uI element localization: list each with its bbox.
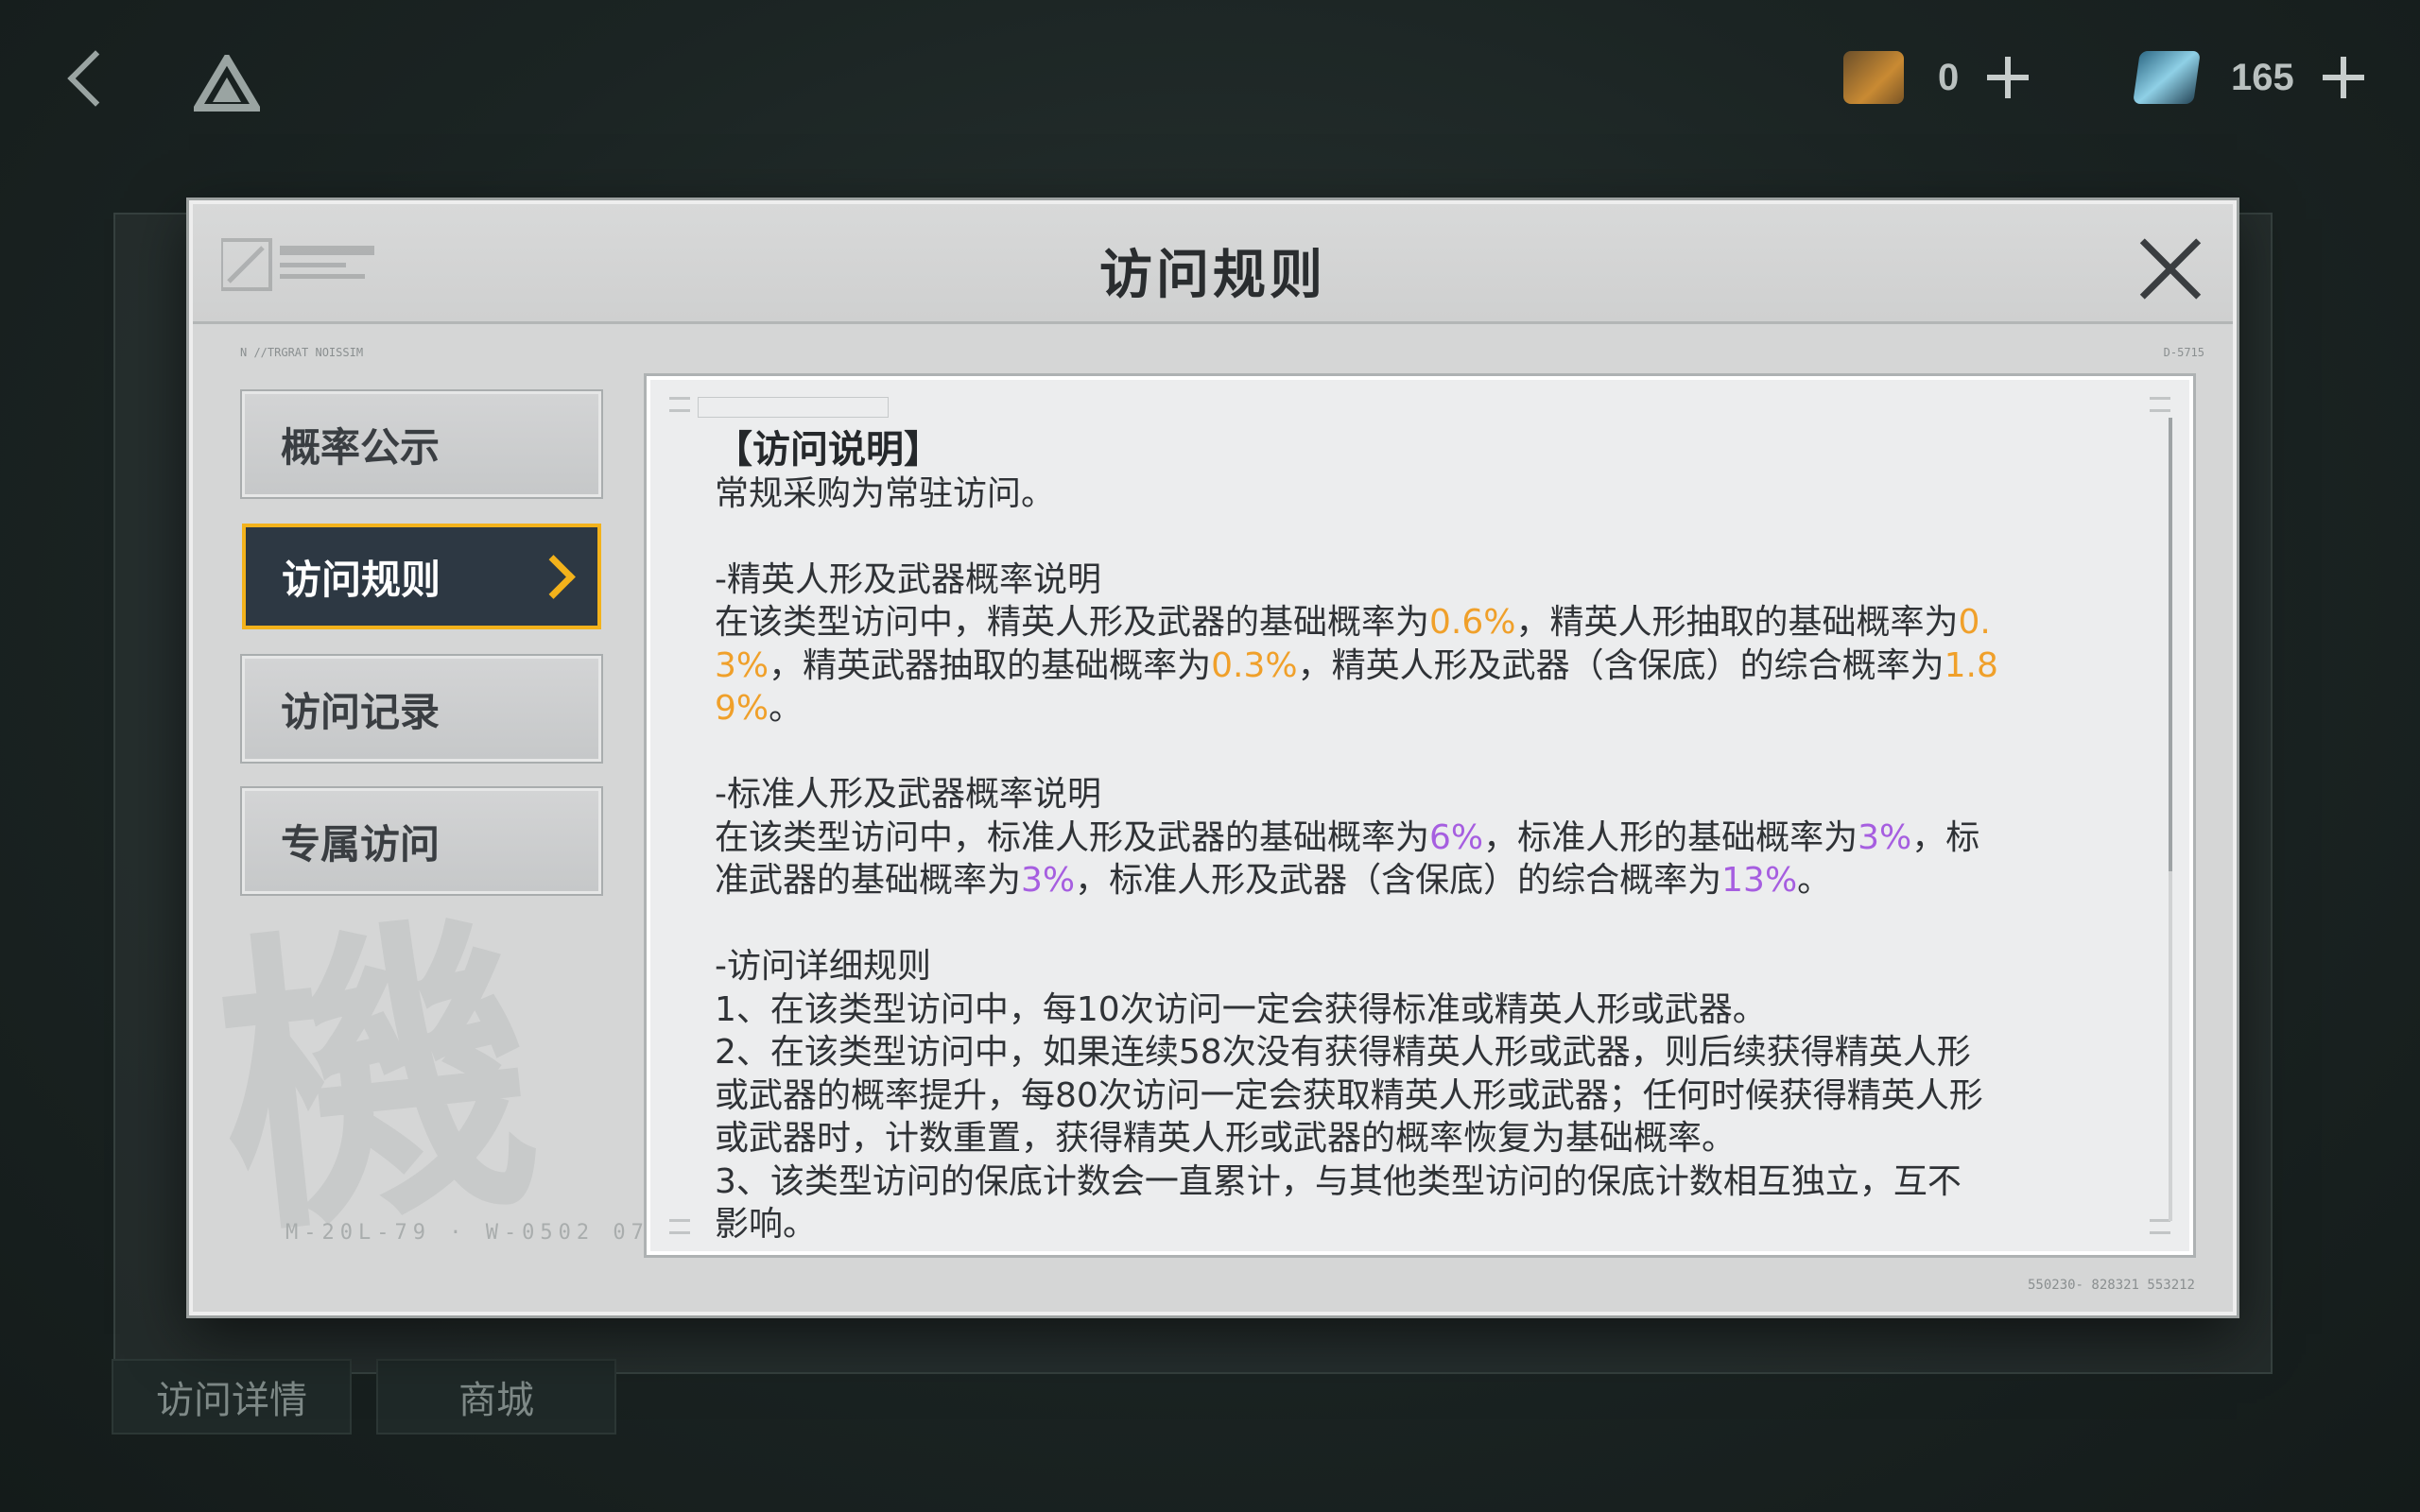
ticket-count: 0 <box>1938 56 1960 98</box>
crystal-icon <box>2133 51 2201 104</box>
rules-dialog: 访问规则 N //TRGRAT NOISSIM D-5715 550230- 8… <box>189 200 2237 1315</box>
corner-mark <box>2150 397 2170 412</box>
elite-paragraph-line1: 在该类型访问中，精英人形及武器的基础概率为0.6%，精英人形抽取的基础概率为0. <box>715 603 1991 642</box>
close-button[interactable] <box>2136 234 2204 302</box>
intro-text: 常规采购为常驻访问。 <box>715 473 1056 513</box>
elite-paragraph-line2: 3%，精英武器抽取的基础概率为0.3%，精英人形及武器（含保底）的综合概率为1.… <box>715 645 1998 685</box>
resource-crystal: 165 <box>2133 47 2364 108</box>
section-heading: 【访问说明】 <box>715 428 942 472</box>
corner-mark <box>669 1219 690 1234</box>
tab-visit-details[interactable]: 访问详情 <box>112 1359 352 1435</box>
tab-shop[interactable]: 商城 <box>376 1359 616 1435</box>
rule-line: 或武器时，计数重置，获得精英人形或武器的概率恢复为基础概率。 <box>715 1119 1737 1158</box>
back-button[interactable] <box>59 45 115 121</box>
menu-item-exclusive[interactable]: 专属访问 <box>242 788 601 894</box>
menu-item-records[interactable]: 访问记录 <box>242 656 601 762</box>
menu-item-label: 访问规则 <box>282 556 441 603</box>
corner-mark <box>2150 1219 2170 1234</box>
watermark-glyph: 機 <box>202 879 552 1278</box>
home-button[interactable] <box>190 51 264 112</box>
crystal-count: 165 <box>2231 56 2294 98</box>
menu-item-rules[interactable]: 访问规则 <box>242 524 601 629</box>
menu-item-probability[interactable]: 概率公示 <box>242 391 601 497</box>
standard-paragraph-line2: 准武器的基础概率为3%，标准人形及武器（含保底）的综合概率为13%。 <box>715 861 1832 900</box>
rule-line: 3、该类型访问的保底计数会一直累计，与其他类型访问的保底计数相互独立，互不 <box>715 1161 1962 1201</box>
add-crystal-button[interactable] <box>2322 57 2364 98</box>
scrollbar-thumb[interactable] <box>2169 418 2172 871</box>
chevron-right-icon <box>531 555 576 599</box>
elite-paragraph-line3: 9%。 <box>715 689 804 728</box>
footer-code: 550230- 828321 553212 <box>2027 1278 2195 1293</box>
dialog-header: 访问规则 <box>193 204 2233 324</box>
rule-line: 2、在该类型访问中，如果连续58次没有获得精英人形或武器，则后续获得精英人形 <box>715 1033 1971 1072</box>
ticket-icon <box>1843 51 1904 104</box>
header-code-left: N //TRGRAT NOISSIM <box>240 346 364 359</box>
menu-item-label: 概率公示 <box>281 423 441 471</box>
corner-mark <box>669 397 690 412</box>
rules-title: -访问详细规则 <box>715 947 931 986</box>
rules-content-panel[interactable]: 【访问说明】 常规采购为常驻访问。 -精英人形及武器概率说明 在该类型访问中，精… <box>647 376 2193 1255</box>
resource-ticket: 0 <box>1843 47 2030 108</box>
header-code-right: D-5715 <box>2163 346 2204 359</box>
add-ticket-button[interactable] <box>1987 57 2030 98</box>
panel-tag <box>698 397 889 418</box>
menu-item-label: 访问记录 <box>281 688 441 735</box>
menu-item-label: 专属访问 <box>281 820 441 868</box>
standard-title: -标准人形及武器概率说明 <box>715 775 1101 814</box>
elite-title: -精英人形及武器概率说明 <box>715 559 1101 599</box>
rule-line: 或武器的概率提升，每80次访问一定会获取精英人形或武器；任何时候获得精英人形 <box>715 1075 1983 1115</box>
rule-line: 影响。 <box>715 1205 818 1244</box>
home-icon <box>190 51 264 112</box>
rule-line: 1、在该类型访问中，每10次访问一定会获得标准或精英人形或武器。 <box>715 989 1767 1029</box>
rules-text: 【访问说明】 常规采购为常驻访问。 -精英人形及武器概率说明 在该类型访问中，精… <box>715 428 2133 1246</box>
top-bar: 0 165 <box>0 0 2420 161</box>
dialog-title: 访问规则 <box>1099 245 1326 306</box>
standard-paragraph-line1: 在该类型访问中，标准人形及武器的基础概率为6%，标准人形的基础概率为3%，标 <box>715 817 1980 857</box>
